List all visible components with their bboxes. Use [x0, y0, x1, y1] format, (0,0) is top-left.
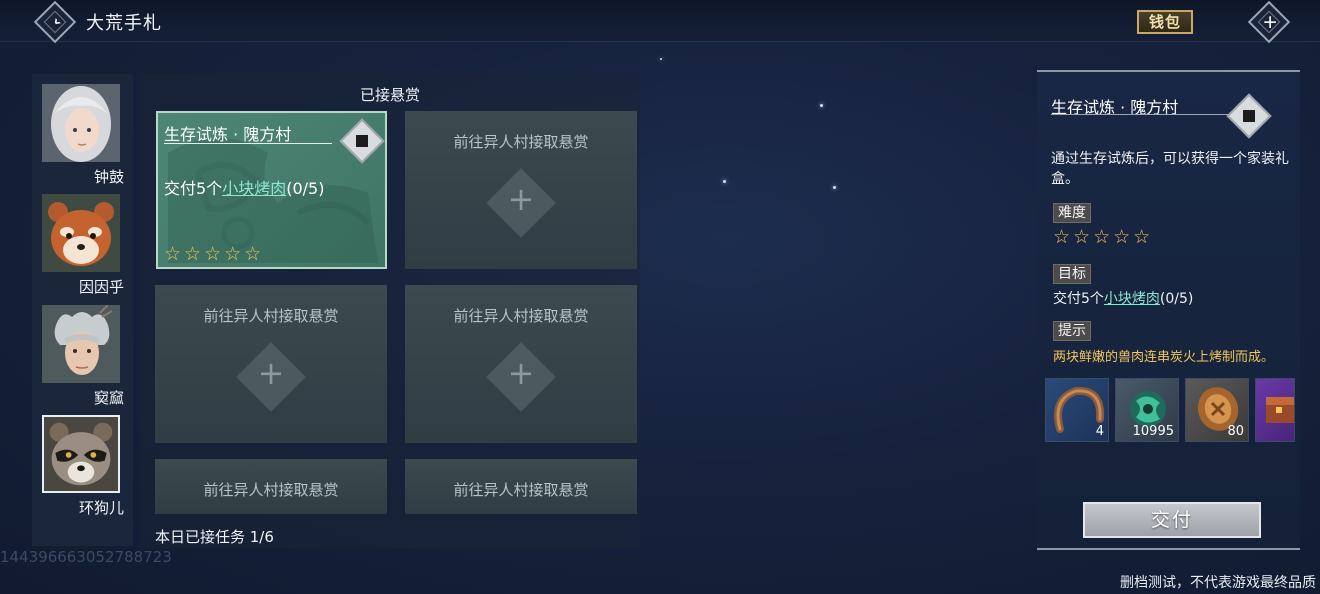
reward-slot[interactable]	[1255, 378, 1295, 442]
player-uid: 144396663052788723	[0, 548, 172, 566]
reward-slot[interactable]: 4	[1045, 378, 1109, 442]
background-star	[660, 58, 662, 60]
reward-qty: 4	[1095, 424, 1104, 439]
portrait-raccoon-icon	[42, 415, 120, 493]
slot-label: 前往异人村接取悬赏	[453, 133, 589, 151]
background-star	[723, 180, 726, 183]
detail-description: 通过生存试炼后，可以获得一个家装礼盒。	[1051, 151, 1289, 187]
reward-slot[interactable]: 10995	[1115, 378, 1179, 442]
quest-title: 生存试炼 · 隗方村	[164, 125, 292, 144]
target-tag: 目标	[1053, 264, 1091, 284]
test-disclaimer: 删档测试，不代表游戏最终品质	[1120, 575, 1316, 591]
empty-bounty-slot[interactable]: 前往异人村接取悬赏 +	[405, 285, 637, 443]
accepted-quest-card[interactable]: 生存试炼 · 隗方村 交付5个小块烤肉(0/5) ☆☆☆☆☆	[156, 111, 387, 269]
character-name: 因因乎	[78, 278, 124, 296]
background-star	[833, 186, 836, 189]
task-prefix: 交付5个	[164, 179, 223, 198]
character-name: 钟鼓	[93, 168, 124, 186]
wallet-button[interactable]: 钱包	[1137, 10, 1193, 34]
chevron-left-icon: ‹	[46, 11, 66, 31]
character-name: 环狗儿	[78, 499, 124, 517]
detail-hint: 两块鲜嫩的兽肉连串炭火上烤制而成。	[1053, 350, 1275, 365]
slot-label: 前往异人村接取悬赏	[453, 481, 589, 499]
daily-task-count: 本日已接任务 1/6	[155, 528, 274, 546]
slot-label: 前往异人村接取悬赏	[203, 481, 339, 499]
character-name: 窫窳	[93, 389, 124, 407]
detail-title-divider	[1051, 114, 1237, 115]
reward-qty: 80	[1227, 424, 1244, 439]
difficulty-stars: ☆☆☆☆☆	[164, 243, 265, 265]
character-item-yayu[interactable]: 窫窳	[42, 305, 124, 407]
empty-bounty-slot[interactable]: 前往异人村接取悬赏 +	[405, 111, 637, 269]
portrait-horned-man-icon	[42, 305, 120, 383]
character-list: 钟鼓 因因乎 窫窳 环狗儿	[32, 74, 133, 546]
empty-bounty-slot[interactable]: 前往异人村接取悬赏 +	[155, 285, 387, 443]
task-item-link[interactable]: 小块烤肉	[222, 179, 286, 198]
task-progress: (0/5)	[286, 179, 325, 198]
portrait-red-panda-icon	[42, 194, 120, 272]
board-title: 已接悬赏	[359, 86, 420, 104]
detail-difficulty-stars: ☆☆☆☆☆	[1053, 226, 1154, 248]
book-icon	[1243, 110, 1255, 122]
title-divider	[164, 143, 332, 144]
target-progress: (0/5)	[1159, 291, 1194, 307]
book-icon	[356, 135, 368, 147]
close-button[interactable]: ✕	[1247, 0, 1291, 44]
slot-label: 前往异人村接取悬赏	[203, 307, 339, 325]
background-star	[820, 104, 823, 107]
plus-icon: +	[507, 180, 535, 218]
page-title: 大荒手札	[86, 13, 162, 34]
slot-label: 前往异人村接取悬赏	[453, 307, 589, 325]
hint-tag: 提示	[1053, 321, 1091, 341]
close-icon: ✕	[1258, 10, 1282, 34]
top-bar: ‹ 大荒手札 钱包 ✕	[0, 0, 1320, 44]
empty-bounty-slot[interactable]: 前往异人村接取悬赏	[155, 459, 387, 514]
reward-slot[interactable]: 80	[1185, 378, 1249, 442]
quest-task: 交付5个小块烤肉(0/5)	[164, 175, 324, 199]
target-prefix: 交付5个	[1053, 291, 1104, 307]
character-item-huangouer[interactable]: 环狗儿	[42, 415, 124, 517]
character-item-yinyinhu[interactable]: 因因乎	[42, 194, 124, 296]
plus-icon: +	[507, 354, 535, 392]
treasure-chest-icon	[1266, 397, 1294, 423]
quest-detail-panel: 生存试炼 · 隗方村 通过生存试炼后，可以获得一个家装礼盒。 难度 ☆☆☆☆☆ …	[1037, 70, 1300, 550]
difficulty-tag: 难度	[1053, 203, 1091, 223]
submit-button[interactable]: 交付	[1083, 502, 1261, 538]
back-button[interactable]: ‹	[33, 0, 77, 44]
portrait-silver-haired-girl-icon	[42, 84, 120, 162]
empty-bounty-slot[interactable]: 前往异人村接取悬赏	[405, 459, 637, 514]
character-item-zhonggu[interactable]: 钟鼓	[42, 84, 124, 186]
plus-icon: +	[257, 354, 285, 392]
target-item-link[interactable]: 小块烤肉	[1104, 291, 1160, 307]
detail-book-badge	[1226, 93, 1272, 139]
reward-qty: 10995	[1132, 424, 1174, 439]
detail-target: 交付5个小块烤肉(0/5)	[1053, 288, 1193, 308]
